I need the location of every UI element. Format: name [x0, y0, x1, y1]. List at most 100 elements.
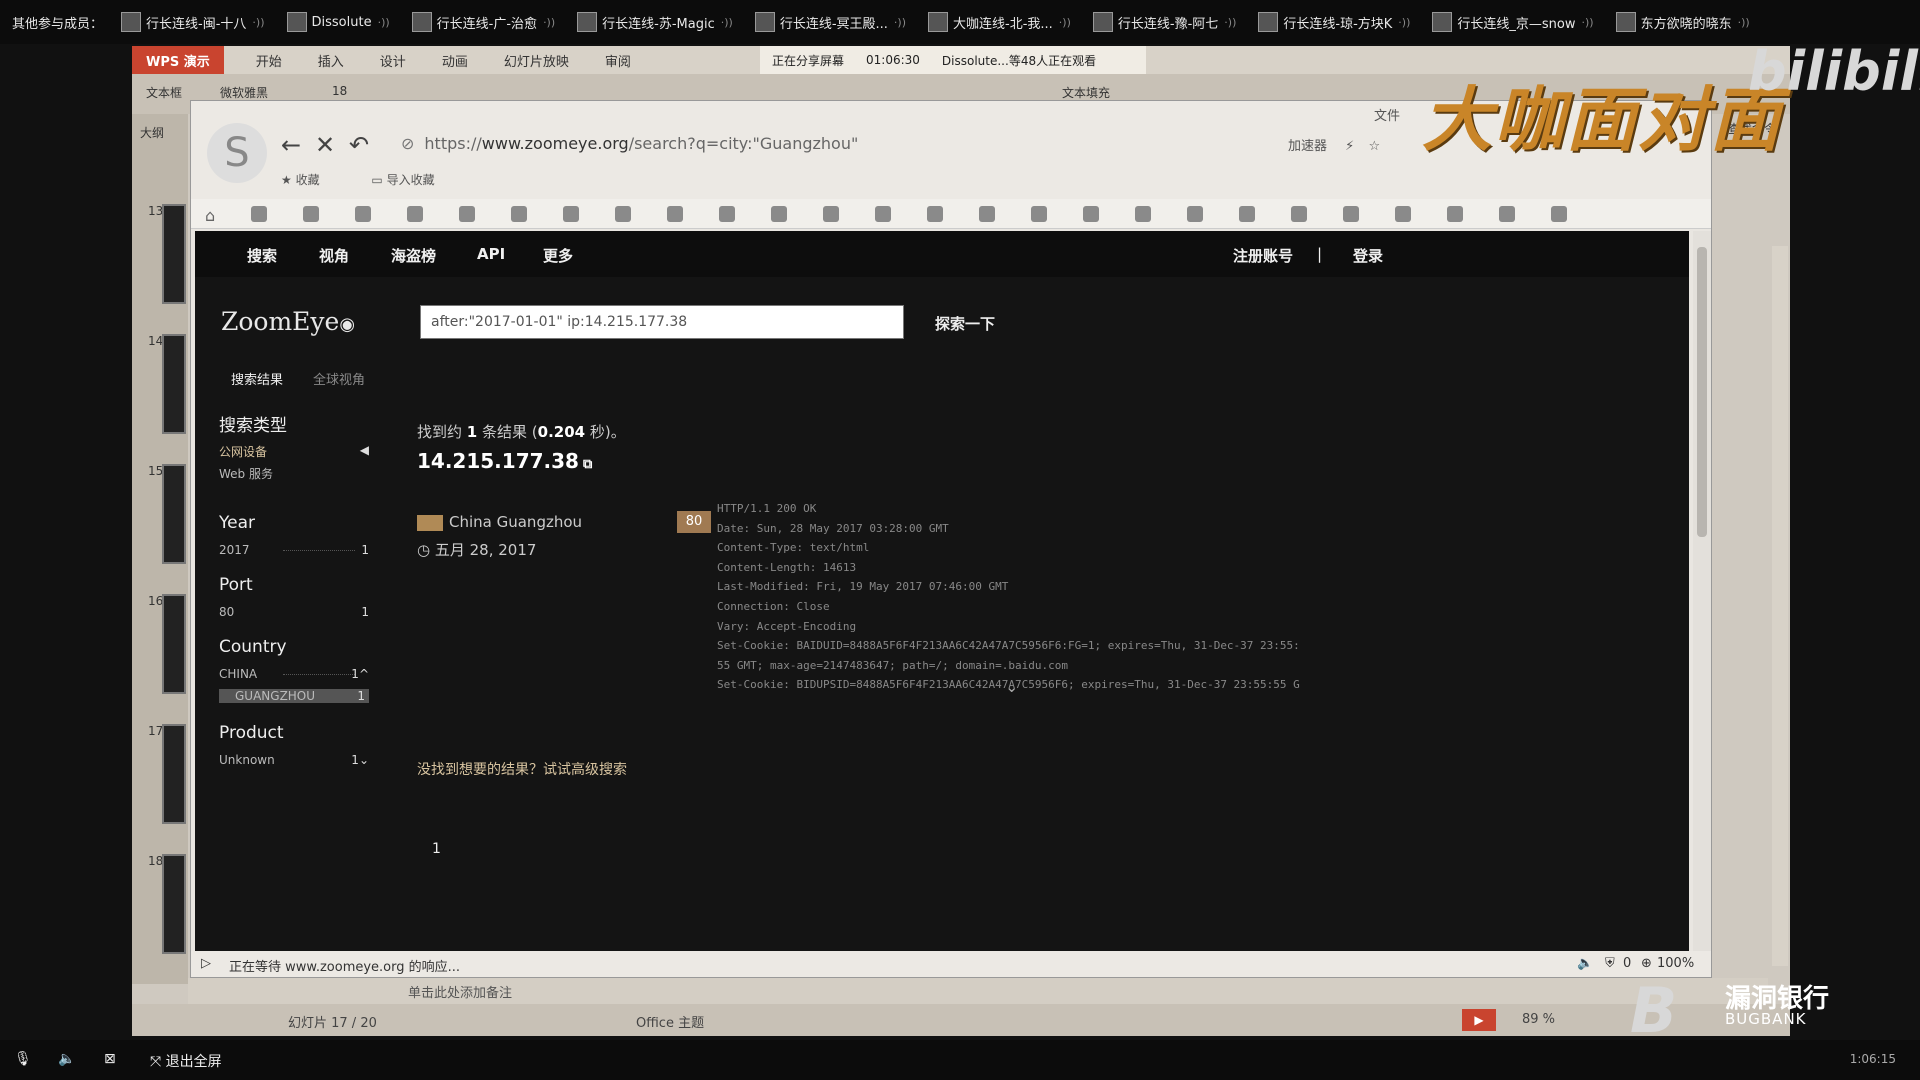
- slide-thumbnail[interactable]: [162, 854, 186, 954]
- login-link[interactable]: 登录: [1353, 245, 1383, 266]
- font-size-select[interactable]: 18: [332, 84, 347, 98]
- bookmark-icon[interactable]: [823, 205, 840, 222]
- chevron-up-icon[interactable]: ^: [359, 667, 369, 681]
- scrollbar-thumb[interactable]: [1697, 247, 1707, 537]
- bookmark-icon[interactable]: [667, 205, 684, 222]
- menu-slideshow[interactable]: 幻灯片放映: [504, 51, 569, 70]
- bookmark-icon[interactable]: [1083, 205, 1100, 222]
- facet-web-services[interactable]: Web 服务: [219, 465, 369, 482]
- accelerator-button[interactable]: 加速器: [1288, 139, 1327, 154]
- copy-icon[interactable]: ⧉: [583, 457, 592, 472]
- bookmark-icon[interactable]: [979, 205, 996, 222]
- camera-off-icon[interactable]: ⊠: [104, 1051, 116, 1067]
- bookmark-icon[interactable]: [1499, 205, 1516, 222]
- bookmark-icon[interactable]: [1239, 205, 1256, 222]
- bookmark-icon[interactable]: [563, 205, 580, 222]
- facet-country-item[interactable]: CHINA 1^: [219, 667, 369, 681]
- volume-icon[interactable]: 🔈: [1577, 956, 1593, 971]
- browser-logo-icon[interactable]: S: [207, 123, 267, 183]
- slide-thumbnail[interactable]: [162, 594, 186, 694]
- menu-home[interactable]: 开始: [256, 51, 282, 70]
- slide-thumbnail[interactable]: [162, 724, 186, 824]
- chevron-down-icon[interactable]: ⌄: [359, 753, 369, 767]
- bookmark-icon[interactable]: [1291, 205, 1308, 222]
- speaker-icon[interactable]: 🔈: [58, 1051, 75, 1067]
- nav-more[interactable]: 更多: [543, 245, 573, 266]
- nav-pirate-board[interactable]: 海盗榜: [391, 245, 436, 266]
- advanced-search-link[interactable]: 高级搜索: [571, 762, 627, 778]
- bookmark-icon[interactable]: [875, 205, 892, 222]
- back-icon[interactable]: ←: [281, 131, 301, 159]
- undo-icon[interactable]: ↶: [349, 131, 369, 159]
- participant-item[interactable]: 行长连线_京—snow ·)): [1432, 12, 1594, 32]
- participant-item[interactable]: 行长连线-豫-阿七 ·)): [1092, 12, 1236, 32]
- menu-design[interactable]: 设计: [380, 51, 406, 70]
- browser-zoom[interactable]: 100%: [1657, 956, 1694, 971]
- menu-insert[interactable]: 插入: [318, 51, 344, 70]
- slide-thumbnail[interactable]: [162, 334, 186, 434]
- bookmark-icon[interactable]: [511, 205, 528, 222]
- bookmark-icon[interactable]: [771, 205, 788, 222]
- flash-icon[interactable]: ⚡: [1345, 139, 1354, 154]
- nav-search[interactable]: 搜索: [247, 245, 277, 266]
- pagination-page[interactable]: 1: [432, 841, 441, 857]
- bookmark-icon[interactable]: [407, 205, 424, 222]
- bookmark-icon[interactable]: [1551, 205, 1568, 222]
- slide-thumbnail[interactable]: [162, 464, 186, 564]
- nav-api[interactable]: API: [477, 245, 505, 263]
- facet-year-item[interactable]: 2017 1: [219, 543, 369, 557]
- participant-item[interactable]: 行长连线-闽-十八 ·)): [121, 12, 265, 32]
- slide-thumbnail[interactable]: [162, 204, 186, 304]
- import-favorites-button[interactable]: ▭ 导入收藏: [371, 173, 458, 187]
- zoomeye-logo[interactable]: ZoomEye◉: [221, 307, 355, 336]
- participant-item[interactable]: 行长连线-苏-Magic ·)): [577, 12, 733, 32]
- bookmark-icon[interactable]: [1187, 205, 1204, 222]
- bookmark-icon[interactable]: [719, 205, 736, 222]
- participant-item[interactable]: 东方欲晓的晓东 ·)): [1615, 12, 1750, 32]
- menu-animation[interactable]: 动画: [442, 51, 468, 70]
- bookmark-icon[interactable]: [459, 205, 476, 222]
- facet-city-item[interactable]: GUANGZHOU 1: [219, 689, 369, 703]
- bookmark-icon[interactable]: [1343, 205, 1360, 222]
- outline-tab[interactable]: 大纲: [140, 124, 164, 141]
- favorites-button[interactable]: ★ 收藏: [281, 173, 344, 187]
- search-button[interactable]: 探索一下: [935, 313, 995, 334]
- star-icon[interactable]: ☆: [1368, 139, 1380, 154]
- participant-item[interactable]: Dissolute ·)): [286, 12, 390, 32]
- notes-area[interactable]: 单击此处添加备注: [188, 978, 1768, 1004]
- menu-review[interactable]: 审阅: [605, 51, 631, 70]
- bookmark-icon[interactable]: [1031, 205, 1048, 222]
- bookmark-icon[interactable]: [615, 205, 632, 222]
- nav-perspective[interactable]: 视角: [319, 245, 349, 266]
- tab-global-view[interactable]: 全球视角: [313, 369, 365, 388]
- zoom-icon[interactable]: ⊕: [1641, 956, 1652, 971]
- file-menu[interactable]: 文件: [1374, 105, 1400, 124]
- participant-item[interactable]: 行长连线-琼-方块K ·)): [1258, 12, 1410, 32]
- facet-port-item[interactable]: 80 1: [219, 605, 369, 619]
- participant-item[interactable]: 大咖连线-北-我... ·)): [928, 12, 1071, 32]
- page-scrollbar[interactable]: [1693, 231, 1711, 953]
- bookmark-icon[interactable]: [927, 205, 944, 222]
- shield-icon[interactable]: ⛨: [1605, 956, 1615, 971]
- bookmark-icon[interactable]: [303, 205, 320, 222]
- play-icon[interactable]: ▷: [201, 956, 211, 971]
- zoom-level[interactable]: 89 %: [1522, 1012, 1555, 1027]
- stop-icon[interactable]: ✕: [315, 131, 335, 159]
- wps-app-menu[interactable]: WPS 演示: [132, 46, 224, 74]
- participant-item[interactable]: 行长连线-冥王殿... ·)): [754, 12, 906, 32]
- wps-scrollbar[interactable]: [1772, 246, 1788, 966]
- font-family-select[interactable]: 微软雅黑: [220, 84, 268, 101]
- port-badge[interactable]: 80: [677, 511, 711, 533]
- facet-public-devices[interactable]: 公网设备 ◀: [219, 443, 369, 460]
- home-icon[interactable]: ⌂: [205, 206, 215, 225]
- register-link[interactable]: 注册账号: [1233, 245, 1293, 266]
- text-fill-button[interactable]: 文本填充: [1062, 84, 1110, 101]
- bookmark-icon[interactable]: [1135, 205, 1152, 222]
- address-bar[interactable]: ⊘ https://www.zoomeye.org/search?q=city:…: [401, 129, 961, 157]
- result-ip-link[interactable]: 14.215.177.38 ⧉: [417, 449, 592, 473]
- mic-muted-icon[interactable]: 🎙: [14, 1051, 32, 1067]
- bookmark-icon[interactable]: [355, 205, 372, 222]
- search-input[interactable]: after:"2017-01-01" ip:14.215.177.38: [420, 305, 904, 339]
- chevron-down-icon[interactable]: ⌄: [1005, 677, 1018, 696]
- play-slideshow-button[interactable]: ▶: [1462, 1009, 1496, 1031]
